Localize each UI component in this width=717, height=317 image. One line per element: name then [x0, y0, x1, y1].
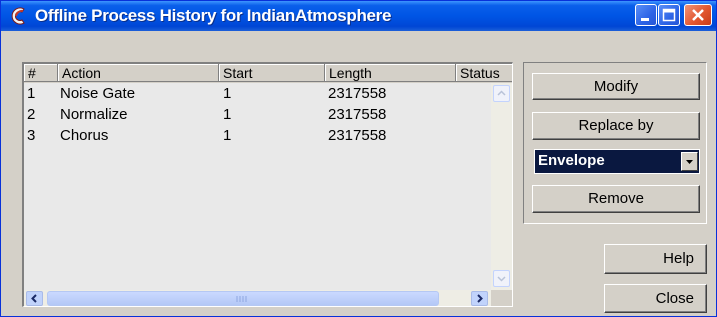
column-header-start[interactable]: Start: [219, 64, 325, 82]
row-number: 3: [27, 127, 36, 144]
maximize-button[interactable]: [658, 4, 680, 26]
row-action: Normalize: [60, 106, 128, 123]
process-history-list[interactable]: # Action Start Length Status 1 Noise Gat…: [22, 62, 513, 307]
chevron-up-icon: [497, 90, 506, 96]
row-number: 2: [27, 106, 36, 123]
table-row[interactable]: 1 Noise Gate 1 2317558: [24, 83, 490, 104]
maximize-icon: [662, 8, 676, 22]
row-length: 2317558: [328, 85, 387, 102]
table-row[interactable]: 3 Chorus 1 2317558: [24, 125, 490, 146]
close-button[interactable]: Close: [604, 284, 707, 313]
help-button[interactable]: Help: [604, 244, 707, 274]
close-window-button[interactable]: [684, 4, 712, 26]
replace-by-select[interactable]: Envelope: [534, 149, 700, 174]
row-action: Chorus: [60, 127, 109, 144]
dropdown-arrow-icon: [686, 160, 693, 164]
row-number: 1: [27, 85, 36, 102]
replace-by-button-label: Replace by: [578, 117, 654, 134]
chevron-left-icon: [31, 294, 37, 303]
minimize-icon: [641, 18, 649, 21]
modify-button-label: Modify: [593, 78, 639, 95]
minimize-button[interactable]: [635, 4, 657, 26]
remove-button[interactable]: Remove: [532, 185, 700, 213]
scroll-left-button[interactable]: [26, 291, 43, 306]
table-row[interactable]: 2 Normalize 1 2317558: [24, 104, 490, 125]
row-start: 1: [223, 127, 232, 144]
scroll-thumb[interactable]: [47, 291, 439, 306]
modify-button[interactable]: Modify: [532, 73, 700, 100]
replace-by-button[interactable]: Replace by: [532, 112, 700, 140]
help-button-label: Help: [663, 250, 694, 267]
grip-icon: [236, 296, 247, 302]
window-title: Offline Process History for IndianAtmosp…: [35, 6, 392, 25]
close-icon: [692, 9, 704, 21]
horizontal-scrollbar[interactable]: [24, 290, 491, 306]
column-header-length[interactable]: Length: [325, 64, 456, 82]
column-header-action[interactable]: Action: [58, 64, 219, 82]
scroll-down-button[interactable]: [493, 270, 510, 287]
chevron-right-icon: [477, 294, 483, 303]
dropdown-button[interactable]: [681, 152, 698, 171]
row-start: 1: [223, 106, 232, 123]
chevron-down-icon: [497, 276, 506, 282]
replace-by-select-value: Envelope: [538, 152, 605, 169]
list-header: # Action Start Length Status: [24, 64, 512, 83]
remove-button-label: Remove: [588, 190, 644, 207]
vertical-scrollbar[interactable]: [491, 83, 512, 290]
scroll-up-button[interactable]: [493, 85, 510, 102]
row-length: 2317558: [328, 127, 387, 144]
offline-process-history-window: Offline Process History for IndianAtmosp…: [0, 0, 717, 317]
column-header-status[interactable]: Status: [456, 64, 512, 82]
title-bar[interactable]: Offline Process History for IndianAtmosp…: [1, 1, 716, 31]
scroll-right-button[interactable]: [471, 291, 488, 306]
close-button-label: Close: [655, 290, 694, 307]
column-header-number[interactable]: #: [24, 64, 58, 82]
app-icon: [10, 6, 30, 26]
row-start: 1: [223, 85, 232, 102]
row-action: Noise Gate: [60, 85, 136, 102]
scrollbar-corner: [491, 290, 512, 306]
row-length: 2317558: [328, 106, 387, 123]
